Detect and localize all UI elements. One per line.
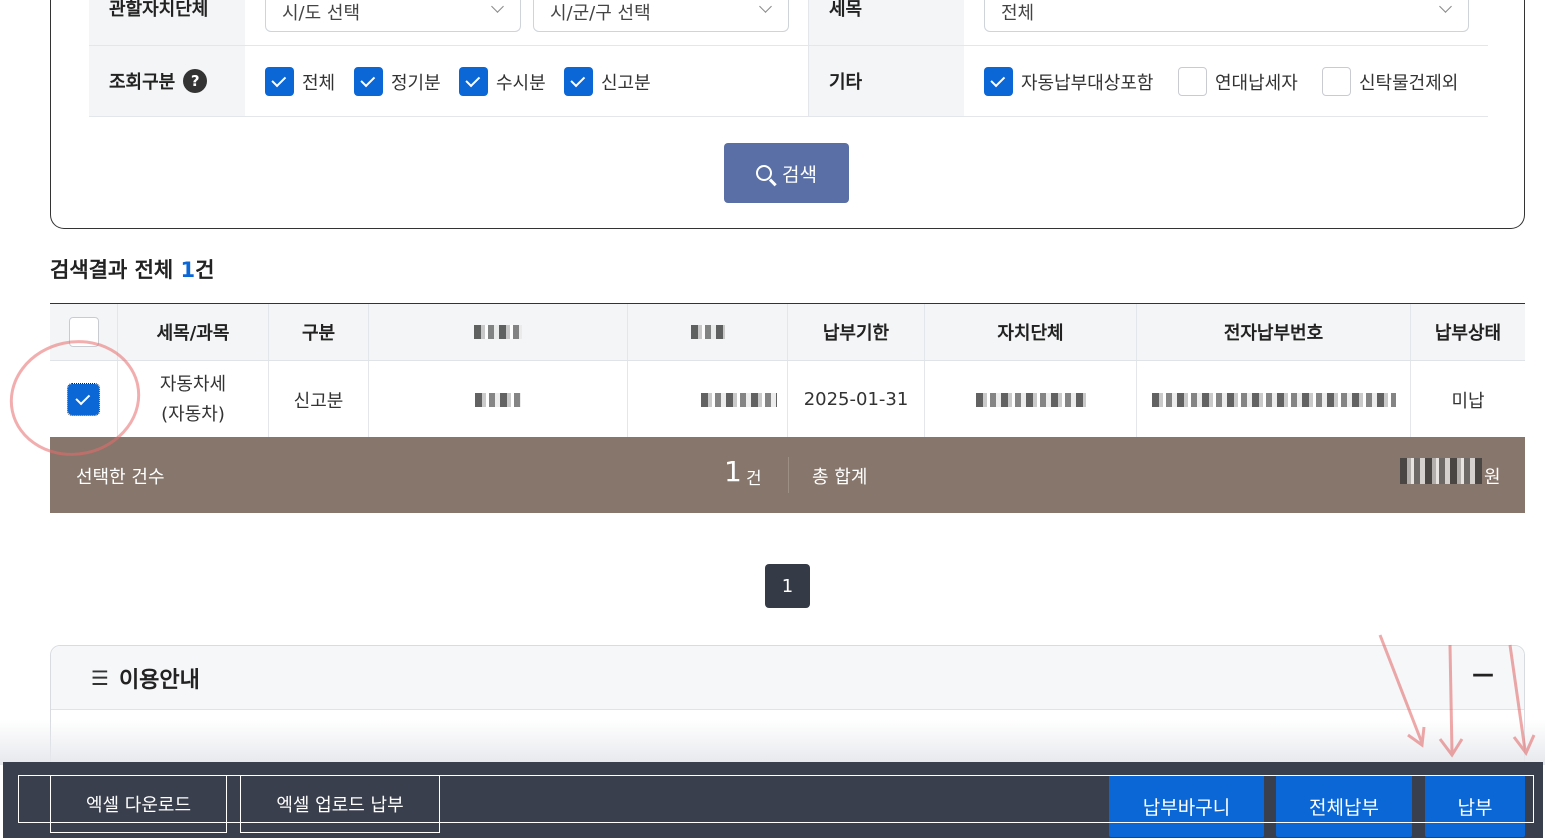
jurisdiction-label: 관할자치단체	[89, 0, 245, 45]
cell-due-date: 2025-01-31	[788, 361, 925, 438]
total-unit: 원	[1484, 467, 1501, 488]
query-type-text: 조회구분	[109, 72, 176, 93]
chevron-down-icon	[759, 0, 772, 13]
query-option-label: 전체	[302, 72, 336, 94]
query-option-declared[interactable]: 신고분	[564, 67, 651, 96]
result-title: 검색결과 전체 1건	[50, 254, 215, 284]
etc-label: 기타	[808, 46, 964, 116]
col-header: 납부상태	[1434, 323, 1502, 344]
total-label: 총 합계	[812, 467, 868, 488]
checkbox-unchecked[interactable]	[1322, 67, 1351, 96]
checkbox-checked[interactable]	[984, 67, 1013, 96]
summary-divider	[788, 457, 789, 493]
search-panel: 관할자치단체 시/도 선택 시/군/구 선택 세목 전체 조회구분 ? 전체 정…	[50, 0, 1525, 229]
list-icon: ☰	[91, 665, 109, 690]
table-row[interactable]: 자동차세 (자동차) 신고분 2025-01-31 미납	[50, 361, 1525, 438]
results-table: 세목/과목 구분 납부기한 자치단체 전자납부번호 납부상태 자동차세 (자동차…	[50, 303, 1525, 438]
chevron-down-icon	[491, 0, 504, 13]
filter-row-query: 조회구분 ? 전체 정기분 수시분 신고분 기타 자동납부대상포함 연대납세자	[89, 46, 1488, 117]
sigungu-select[interactable]: 시/군/구 선택	[533, 0, 789, 32]
help-icon[interactable]: ?	[183, 69, 208, 93]
checkbox-checked[interactable]	[265, 67, 294, 96]
table-header: 세목/과목 구분 납부기한 자치단체 전자납부번호 납부상태	[50, 304, 1525, 361]
query-option-all[interactable]: 전체	[265, 67, 335, 96]
tax-item-line1: 자동차세	[159, 373, 227, 395]
action-bar: 엑셀 다운로드 엑셀 업로드 납부 납부바구니 전체납부 납부	[3, 762, 1543, 838]
cell-redacted	[369, 361, 628, 438]
etc-option-label: 연대납세자	[1215, 72, 1298, 94]
annotation-circle	[9, 340, 141, 456]
col-header: 자치단체	[925, 304, 1137, 360]
sido-select[interactable]: 시/도 선택	[265, 0, 521, 32]
col-header-redacted	[369, 304, 628, 360]
etc-option-label: 자동납부대상포함	[1021, 72, 1154, 94]
usage-guide-title: 이용안내	[118, 667, 200, 693]
cell-category: 신고분	[269, 361, 369, 438]
checkbox-checked[interactable]	[459, 67, 488, 96]
cell-status: 미납	[1451, 390, 1485, 412]
query-option-label: 신고분	[601, 72, 651, 94]
result-count-unit: 건	[195, 258, 215, 282]
total-amount-redacted	[1400, 458, 1482, 484]
etc-option-label: 신탁물건제외	[1359, 72, 1459, 94]
query-option-label: 정기분	[391, 72, 441, 94]
checkbox-checked[interactable]	[354, 67, 383, 96]
cell-redacted	[925, 361, 1137, 438]
cell-redacted	[1137, 361, 1411, 438]
search-button[interactable]: 검색	[724, 143, 849, 203]
checkbox-unchecked[interactable]	[1178, 67, 1207, 96]
annotation-frame	[18, 775, 1534, 823]
search-icon	[756, 165, 773, 181]
etc-option-joint-taxpayer[interactable]: 연대납세자	[1178, 67, 1298, 96]
selected-count-unit: 건	[746, 469, 762, 489]
search-button-label: 검색	[782, 163, 817, 186]
query-option-label: 수시분	[496, 72, 546, 94]
col-header: 전자납부번호	[1137, 304, 1411, 360]
query-option-regular[interactable]: 정기분	[354, 67, 441, 96]
usage-guide-header[interactable]: ☰ 이용안내 —	[51, 646, 1524, 710]
sido-select-value: 시/도 선택	[282, 3, 361, 24]
scroll-fade	[0, 720, 1545, 765]
page-button-current[interactable]: 1	[765, 564, 810, 608]
result-title-text: 검색결과 전체	[50, 258, 181, 282]
annotation-arrows	[1378, 634, 1536, 758]
col-header-redacted	[628, 304, 788, 360]
tax-item-select[interactable]: 전체	[984, 0, 1469, 32]
cell-redacted	[628, 361, 788, 438]
checkbox-checked[interactable]	[564, 67, 593, 96]
filter-row-jurisdiction: 관할자치단체 시/도 선택 시/군/구 선택 세목 전체	[89, 0, 1488, 46]
query-option-occasional[interactable]: 수시분	[459, 67, 546, 96]
col-header: 납부기한	[788, 304, 925, 360]
tax-item-label: 세목	[808, 0, 964, 45]
summary-bar: 선택한 건수 1 건 총 합계 원	[50, 437, 1525, 513]
selected-count: 1	[724, 455, 742, 488]
tax-item-line2: (자동차)	[161, 403, 225, 425]
tax-item-select-value: 전체	[1001, 3, 1035, 24]
sigungu-select-value: 시/군/구 선택	[550, 3, 651, 24]
etc-option-autopay[interactable]: 자동납부대상포함	[984, 67, 1153, 96]
result-count: 1	[180, 258, 196, 282]
chevron-down-icon	[1439, 0, 1452, 13]
etc-option-trust-exclude[interactable]: 신탁물건제외	[1322, 67, 1458, 96]
query-type-label: 조회구분 ?	[89, 46, 245, 116]
col-header: 구분	[269, 304, 369, 360]
